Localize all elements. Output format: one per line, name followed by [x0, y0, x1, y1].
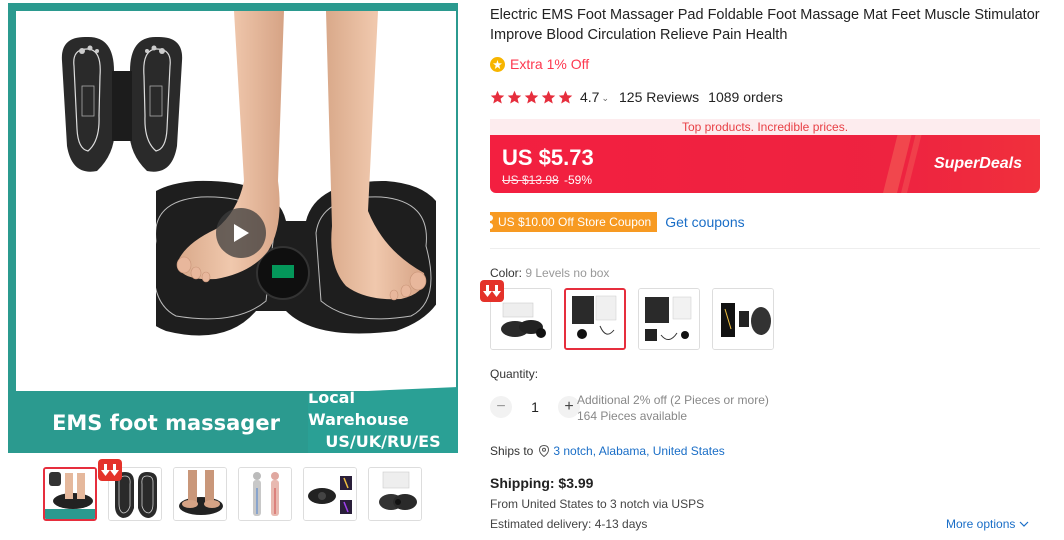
rating-score[interactable]: 4.7	[580, 89, 599, 105]
banner-warehouse-line2: US/UK/RU/ES	[325, 432, 441, 451]
superdeals-tagline: Top products. Incredible prices.	[490, 119, 1040, 135]
choice-badge-icon	[480, 280, 504, 302]
thumbnail-3-image	[174, 468, 226, 520]
product-title: Electric EMS Foot Massager Pad Foldable …	[490, 7, 1040, 43]
thumbnail-1-image	[45, 469, 95, 519]
chevron-down-icon[interactable]: ⌄	[601, 93, 609, 104]
pieces-available-text: 164 Pieces available	[577, 409, 688, 423]
star-icon	[558, 90, 573, 103]
orders-count: 1089 orders	[708, 89, 783, 105]
color-option-3-image	[639, 289, 699, 349]
more-options-text[interactable]: More options	[946, 517, 1015, 531]
thumbnail-1[interactable]	[43, 467, 97, 521]
banner-warehouse-line1: Local Warehouse	[308, 388, 409, 429]
star-icon	[541, 90, 556, 103]
thumbnail-3[interactable]	[173, 467, 227, 521]
play-video-button[interactable]	[216, 208, 266, 258]
ships-to-location-link[interactable]: 3 notch, Alabama, United States	[553, 444, 724, 458]
thumbnail-6-image	[369, 468, 421, 520]
main-product-image[interactable]: EMS foot massager Local Warehouse US/UK/…	[8, 3, 458, 453]
quantity-decrease-button[interactable]: −	[490, 396, 512, 418]
divider	[490, 248, 1040, 249]
quantity-label: Quantity:	[490, 367, 539, 381]
reviews-link[interactable]: 125 Reviews	[619, 89, 699, 105]
star-icon	[490, 90, 505, 103]
ships-to-row: Ships to 3 notch, Alabama, United States	[490, 444, 725, 458]
discount-percent: -59%	[564, 173, 593, 187]
star-icon	[524, 90, 539, 103]
star-rating	[490, 90, 573, 105]
extra-off-text: Extra 1% Off	[510, 56, 590, 72]
chevron-down-icon	[1019, 521, 1029, 527]
current-price: US $5.73	[502, 145, 594, 170]
superdeals-label: SuperDeals	[933, 155, 1022, 172]
quantity-stepper: − 1 +	[490, 396, 580, 418]
shipping-route: From United States to 3 notch via USPS	[490, 497, 705, 511]
quantity-info: Additional 2% off (2 Pieces or more) 164…	[577, 392, 769, 424]
extra-off-promo: Extra 1% Off	[490, 56, 589, 72]
get-coupons-link[interactable]: Get coupons	[665, 214, 744, 230]
thumbnail-4-image	[239, 468, 291, 520]
color-option-2[interactable]	[564, 288, 626, 350]
play-icon	[234, 224, 249, 242]
star-icon	[507, 90, 522, 103]
quantity-value[interactable]: 1	[512, 399, 558, 415]
original-price: US $13.98	[502, 173, 559, 187]
color-option-4-image	[713, 289, 773, 349]
color-option-4[interactable]	[712, 288, 774, 350]
shipping-cost: Shipping: $3.99	[490, 475, 594, 491]
banner-local-warehouse: Local Warehouse US/UK/RU/ES	[308, 387, 458, 453]
store-coupon-badge[interactable]: US $10.00 Off Store Coupon	[486, 212, 658, 232]
rating-row: 4.7 ⌄ 125 Reviews 1089 orders	[490, 89, 783, 105]
banner-product-name: EMS foot massager	[16, 393, 316, 453]
color-value: 9 Levels no box	[525, 266, 610, 280]
feet-on-mat-image	[156, 11, 436, 336]
more-options-link[interactable]: More options	[946, 517, 1029, 531]
thumbnail-5[interactable]	[303, 467, 357, 521]
color-option-3[interactable]	[638, 288, 700, 350]
coupon-row: US $10.00 Off Store Coupon Get coupons	[486, 212, 745, 232]
color-swatches	[490, 288, 774, 350]
color-label-text: Color:	[490, 266, 523, 280]
coin-icon	[490, 56, 505, 72]
estimated-delivery: Estimated delivery: 4-13 days	[490, 517, 648, 531]
thumbnail-5-image	[304, 468, 356, 520]
color-option-2-image	[566, 290, 624, 348]
location-pin-icon	[539, 445, 550, 457]
ships-to-label: Ships to	[490, 444, 534, 458]
thumbnail-4[interactable]	[238, 467, 292, 521]
banner-product-name-text: EMS foot massager	[52, 411, 280, 435]
additional-discount-text: Additional 2% off (2 Pieces or more)	[577, 393, 769, 407]
price-banner: US $5.73 US $13.98 -59% SuperDeals	[490, 135, 1040, 193]
product-photo	[16, 11, 456, 391]
color-label: Color: 9 Levels no box	[490, 266, 609, 280]
thumbnail-6[interactable]	[368, 467, 422, 521]
choice-badge-icon	[98, 459, 122, 481]
